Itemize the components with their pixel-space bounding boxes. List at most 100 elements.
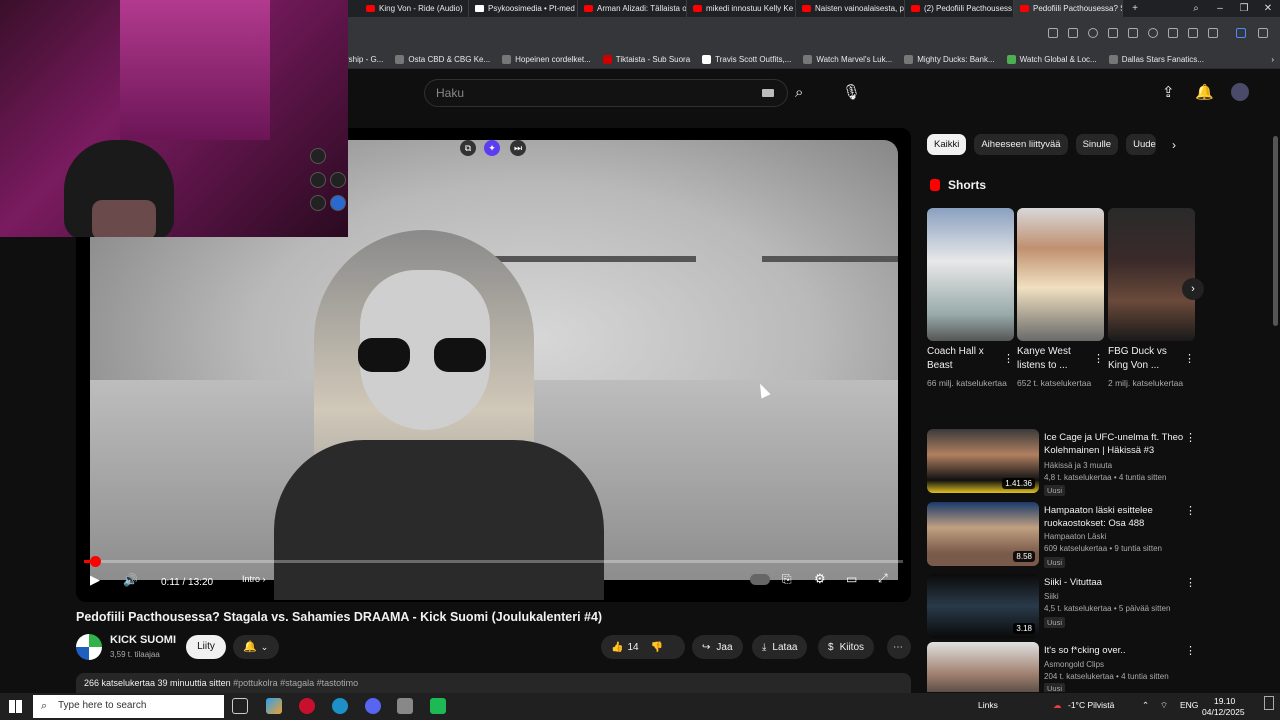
close-icon[interactable]: ✕ bbox=[1256, 3, 1280, 14]
bookmarks-more-icon[interactable]: › bbox=[1265, 55, 1280, 64]
microphone-icon[interactable]: 🎙 bbox=[842, 85, 861, 100]
short-thumbnail[interactable] bbox=[1017, 208, 1104, 341]
search-tabs-icon[interactable]: ⌕ bbox=[1184, 3, 1208, 14]
tab-0[interactable]: King Von - Ride (Audio) bbox=[360, 0, 469, 17]
miniplayer-icon[interactable]: ⧉ bbox=[460, 140, 476, 156]
heart-icon[interactable] bbox=[1148, 28, 1158, 38]
video-title[interactable]: Hampaaton läski esittelee ruokaostokset:… bbox=[1044, 504, 1184, 530]
shield-icon[interactable] bbox=[1088, 28, 1098, 38]
more-options-icon[interactable]: ⋮ bbox=[1003, 352, 1014, 365]
avatar[interactable] bbox=[1231, 83, 1249, 101]
tab-4[interactable]: Naisten vainoalaisesta, pe bbox=[796, 0, 905, 17]
bookmark-item[interactable]: Watch Global & Loc... bbox=[1001, 55, 1103, 64]
tab-2[interactable]: Arman Alizadi: Tällaista o bbox=[578, 0, 687, 17]
chapter-button[interactable]: Intro › bbox=[234, 572, 274, 590]
short-thumbnail[interactable] bbox=[927, 208, 1014, 341]
wifi-icon[interactable]: ⌔ bbox=[1160, 700, 1168, 711]
search-icon[interactable]: ⌕ bbox=[795, 85, 803, 100]
shorts-next-icon[interactable]: › bbox=[1182, 278, 1204, 300]
edge-icon[interactable] bbox=[332, 698, 348, 714]
upload-icon[interactable]: ⇪ bbox=[1162, 85, 1175, 100]
skip-icon[interactable]: ⏭ bbox=[510, 140, 526, 156]
app-icon[interactable] bbox=[266, 698, 282, 714]
app-icon[interactable] bbox=[430, 698, 446, 714]
more-options-icon[interactable]: ⋮ bbox=[1184, 352, 1195, 365]
tab-6-active[interactable]: Pedofiili Pacthousessa? St bbox=[1014, 0, 1123, 17]
bookmark-item[interactable]: Dallas Stars Fanatics... bbox=[1103, 55, 1210, 64]
tab-1[interactable]: Psykoosimedia • Pt-med bbox=[469, 0, 578, 17]
video-thumbnail[interactable]: 8.58 bbox=[927, 502, 1039, 566]
theater-mode-icon[interactable]: ▭ bbox=[846, 572, 857, 586]
video-title[interactable]: It's so f*cking over.. bbox=[1044, 644, 1184, 657]
new-tab-button[interactable]: + bbox=[1123, 3, 1147, 14]
more-options-icon[interactable]: ⋮ bbox=[1185, 431, 1196, 444]
search-input[interactable]: Haku bbox=[424, 79, 788, 107]
bookmark-item[interactable]: Watch Marvel's Luk... bbox=[797, 55, 898, 64]
short-title[interactable]: Coach Hall x Beast bbox=[927, 345, 999, 373]
fullscreen-icon[interactable]: ⤢ bbox=[878, 571, 888, 586]
recommended-video[interactable]: 1.41.36 Ice Cage ja UFC-unelma ft. Theo … bbox=[927, 429, 1197, 496]
play-icon[interactable]: ▶ bbox=[90, 572, 100, 588]
task-view-icon[interactable] bbox=[232, 698, 248, 714]
page-scrollbar[interactable] bbox=[1273, 136, 1278, 326]
tab-3[interactable]: mikedi innostuu Kelly Ke bbox=[687, 0, 796, 17]
keyboard-icon[interactable] bbox=[762, 89, 774, 97]
settings-gear-icon[interactable]: ⚙ bbox=[814, 571, 826, 587]
weather-text[interactable]: -1°C Pilvistä bbox=[1068, 700, 1114, 710]
extension-icon[interactable] bbox=[1108, 28, 1118, 38]
progress-bar[interactable] bbox=[84, 556, 903, 567]
video-thumbnail[interactable]: 3.18 bbox=[927, 574, 1039, 638]
tab-5[interactable]: (2) Pedofiili Pacthousess bbox=[905, 0, 1014, 17]
autoplay-toggle[interactable] bbox=[750, 574, 770, 585]
more-actions-icon[interactable]: ⋯ bbox=[887, 635, 911, 659]
description-box[interactable]: 266 katselukertaa 39 minuuttia sitten #p… bbox=[76, 673, 911, 693]
settings-icon[interactable] bbox=[1258, 28, 1268, 38]
download-icon[interactable] bbox=[1168, 28, 1178, 38]
chevron-right-icon[interactable]: › bbox=[1172, 138, 1176, 152]
recommended-video[interactable]: 3.18 Siiki - Vituttaa Siiki 4,5 t. katse… bbox=[927, 574, 1197, 640]
video-title[interactable]: Siiki - Vituttaa bbox=[1044, 576, 1184, 589]
bookmark-item[interactable]: Travis Scott Outfits,... bbox=[696, 55, 797, 64]
chip-related[interactable]: Aiheeseen liittyvää bbox=[974, 134, 1068, 155]
language-indicator[interactable]: ENG bbox=[1180, 700, 1198, 710]
volume-icon[interactable]: 🔊 bbox=[123, 573, 138, 587]
links-toolbar[interactable]: Links bbox=[978, 700, 998, 710]
channel-avatar[interactable] bbox=[76, 634, 102, 660]
chip-all[interactable]: Kaikki bbox=[927, 134, 967, 155]
windows-start-icon[interactable] bbox=[9, 700, 22, 713]
home-icon[interactable] bbox=[1068, 28, 1078, 38]
more-options-icon[interactable]: ⋮ bbox=[1185, 504, 1196, 517]
subtitles-icon[interactable]: ⎘ bbox=[782, 572, 792, 587]
bookmark-item[interactable]: Hopeinen cordelket... bbox=[496, 55, 597, 64]
more-options-icon[interactable]: ⋮ bbox=[1093, 352, 1104, 365]
notifications-bell-icon[interactable]: 🔔 bbox=[1195, 85, 1214, 100]
clock-date[interactable]: 04/12/2025 bbox=[1202, 707, 1245, 717]
restore-icon[interactable]: ❐ bbox=[1232, 3, 1256, 14]
share-button[interactable]: ↪ Jaa bbox=[692, 635, 743, 659]
bookmark-item[interactable]: Tiktaista - Sub Suora bbox=[597, 55, 696, 64]
chevron-up-icon[interactable]: ⌃ bbox=[1142, 700, 1149, 711]
chip-for-you[interactable]: Sinulle bbox=[1075, 134, 1119, 155]
more-options-icon[interactable]: ⋮ bbox=[1185, 576, 1196, 589]
menu-icon[interactable] bbox=[1188, 28, 1198, 38]
lock-icon[interactable] bbox=[1208, 28, 1218, 38]
subscription-bell-button[interactable]: 🔔 ⌄ bbox=[233, 635, 279, 659]
app-icon[interactable] bbox=[397, 698, 413, 714]
clock-time[interactable]: 19.10 bbox=[1214, 696, 1235, 706]
short-title[interactable]: Kanye West listens to ... bbox=[1017, 345, 1089, 373]
video-thumbnail[interactable] bbox=[927, 642, 1039, 692]
recommended-video[interactable]: 8.58 Hampaaton läski esittelee ruokaosto… bbox=[927, 502, 1197, 568]
channel-name[interactable]: KICK SUOMI bbox=[110, 634, 176, 646]
discord-icon[interactable] bbox=[365, 698, 381, 714]
video-thumbnail[interactable]: 1.41.36 bbox=[927, 429, 1039, 493]
chip-new[interactable]: Uude bbox=[1126, 134, 1157, 155]
short-title[interactable]: FBG Duck vs King Von ... bbox=[1108, 345, 1180, 373]
short-card[interactable]: Coach Hall x Beast 66 milj. katselukerta… bbox=[927, 208, 1014, 390]
join-button[interactable]: Liity bbox=[186, 635, 226, 659]
notifications-icon[interactable] bbox=[1264, 696, 1274, 710]
bookmark-item[interactable]: Mighty Ducks: Bank... bbox=[898, 55, 1000, 64]
minimize-icon[interactable]: – bbox=[1208, 3, 1232, 14]
send-icon[interactable] bbox=[1128, 28, 1138, 38]
short-card[interactable]: Kanye West listens to ... 652 t. katselu… bbox=[1017, 208, 1104, 390]
opera-icon[interactable] bbox=[299, 698, 315, 714]
